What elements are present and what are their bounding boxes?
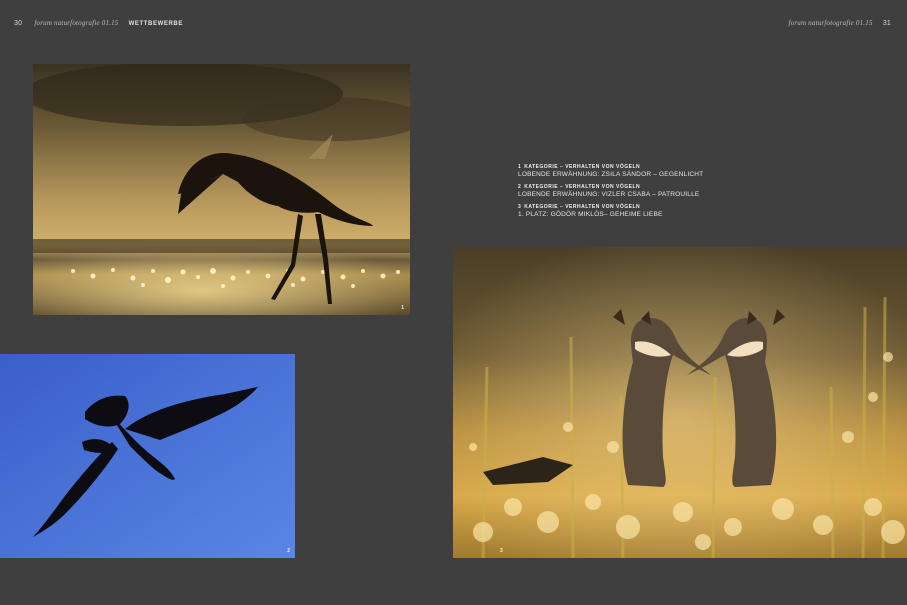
caption-2: 2 KATEGORIE – VERHALTEN VON VÖGELN LOBEND…: [518, 184, 778, 199]
photo-captions: 1 KATEGORIE – VERHALTEN VON VÖGELN LOBEND…: [518, 164, 778, 224]
caption-1: 1 KATEGORIE – VERHALTEN VON VÖGELN LOBEND…: [518, 164, 778, 179]
photo-raven: 2: [0, 354, 295, 558]
caption-award: LOBENDE ERWÄHNUNG: ZSILA SÁNDOR – GEGENL…: [518, 171, 704, 178]
caption-category: 2 KATEGORIE – VERHALTEN VON VÖGELN: [518, 184, 641, 190]
photo-heron: 1: [33, 64, 410, 315]
photo-number-2: 2: [287, 548, 290, 554]
left-page-number: 30: [14, 20, 23, 27]
photo-number-3: 3: [500, 548, 503, 554]
photo-grebes: 3: [453, 247, 907, 558]
left-running-header: 30 forum naturfotografie 01.15 WETTBEWER…: [14, 19, 183, 27]
right-magazine-title: forum naturfotografie 01.15: [788, 19, 873, 27]
caption-category: 3 KATEGORIE – VERHALTEN VON VÖGELN: [518, 204, 641, 210]
section-title: WETTBEWERBE: [128, 21, 183, 27]
caption-3: 3 KATEGORIE – VERHALTEN VON VÖGELN 1. PLA…: [518, 204, 778, 219]
caption-category: 1 KATEGORIE – VERHALTEN VON VÖGELN: [518, 164, 641, 170]
photo-number-1: 1: [401, 305, 404, 311]
grebes-illustration: [453, 247, 907, 558]
left-magazine-title: forum naturfotografie 01.15: [34, 19, 119, 27]
caption-award: LOBENDE ERWÄHNUNG: VIZLER CSABA – PATROU…: [518, 191, 700, 198]
right-running-header: forum naturfotografie 01.15 31: [789, 19, 892, 27]
right-page-number: 31: [882, 20, 891, 27]
caption-award: 1. PLATZ: GÖDÖR MIKLÓS– GEHEIME LIEBE: [518, 211, 663, 218]
heron-illustration: [33, 64, 410, 315]
raven-illustration: [0, 354, 295, 558]
